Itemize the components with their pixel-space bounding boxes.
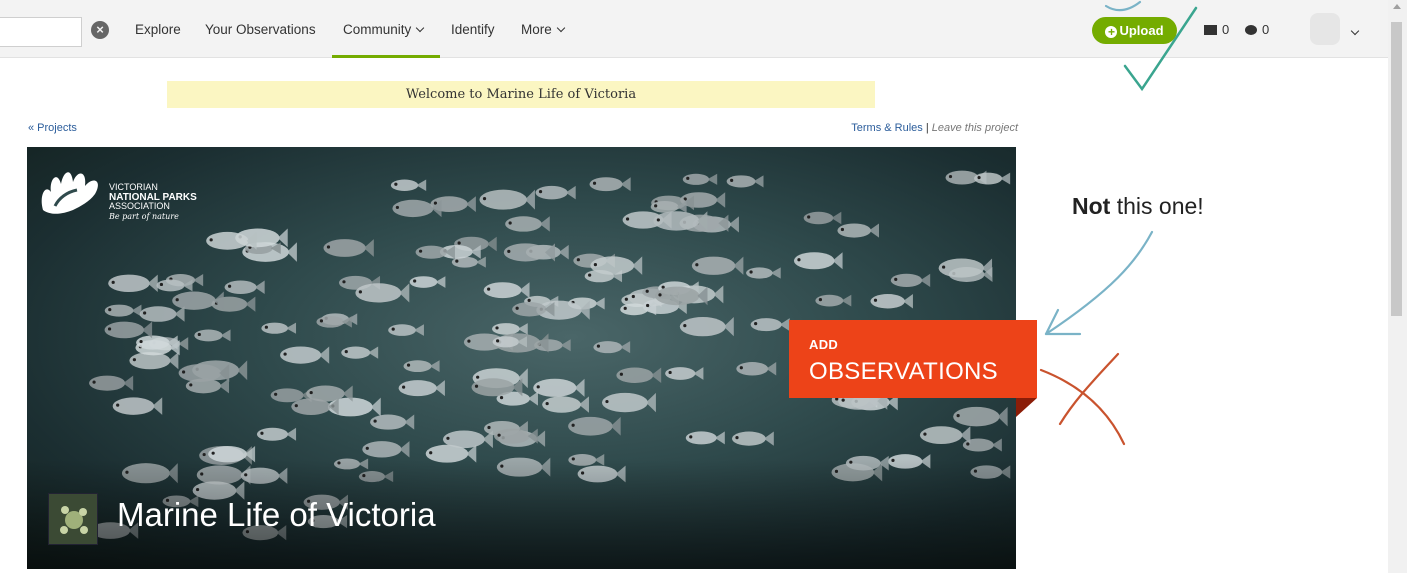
arrow-down-icon xyxy=(1104,0,1142,12)
cross-icon-stroke xyxy=(1058,352,1120,426)
scroll-up-arrow-icon[interactable] xyxy=(1393,4,1401,9)
checkmark-icon xyxy=(1123,6,1198,92)
cross-icon xyxy=(1039,368,1126,446)
arrow-icon xyxy=(1044,230,1154,336)
annotation-overlay xyxy=(1039,0,1198,446)
scrollbar-thumb[interactable] xyxy=(1391,22,1402,316)
